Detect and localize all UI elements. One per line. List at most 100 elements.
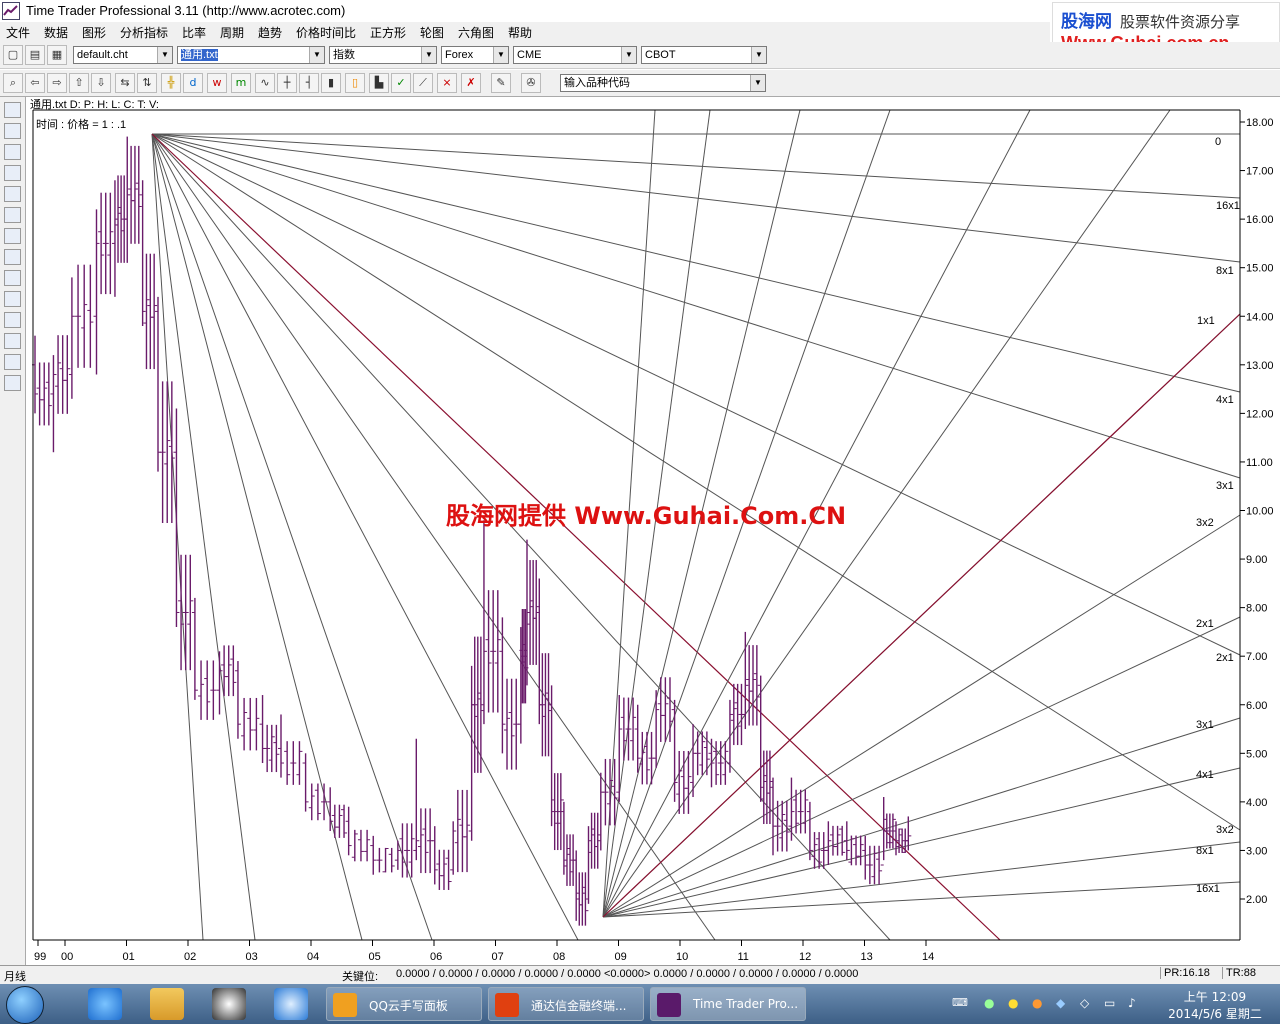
x-tick-label: 01 [123,951,135,963]
keyboard-icon[interactable]: ⌨ [952,996,968,1009]
price-bar [763,750,770,825]
y-tick-label: 18.00 [1246,117,1274,129]
x-tick-label: 08 [553,951,565,963]
y-tick-label: 3.00 [1246,845,1267,857]
y-tick-label: 13.00 [1246,360,1274,372]
qq-tray-icon[interactable]: ● [1008,996,1018,1010]
price-bar [302,753,309,812]
gann-label: 4x1 [1196,769,1214,781]
task-time-trader[interactable]: Time Trader Pro... [650,987,806,1021]
price-bar [471,636,478,773]
price-bar [750,645,757,726]
clock-time: 上午 12:09 [1183,990,1247,1004]
price-bar [173,408,180,628]
x-tick-label: 02 [184,951,196,963]
price-bar [788,777,795,841]
y-tick-label: 11.00 [1246,457,1273,469]
x-axis-ticks: 99 00 01 02 03 04 05 06 07 08 09 10 11 12 13 14 [34,940,934,963]
browser-icon[interactable] [274,988,308,1020]
price-bar [866,845,873,885]
price-bar [247,697,254,751]
price-bar [404,823,411,878]
network-icon[interactable]: ● [984,996,994,1010]
price-bar [204,660,211,720]
task-qq-handwriting[interactable]: QQ云手写面板 [326,987,482,1021]
price-bar [102,192,109,295]
gann-label: 3x2 [1216,824,1234,836]
chart-icon [657,993,681,1017]
security-icon[interactable]: ◇ [1080,996,1089,1010]
task-tongdaxin[interactable]: 通达信金融终端... [488,987,644,1021]
explorer-icon[interactable] [150,988,184,1020]
price-bar [139,180,146,326]
price-bar [308,783,315,821]
time-price-ratio: 时间 : 价格 = 1 : .1 [36,119,127,131]
price-bar [653,690,660,768]
gann-fan-line-top [151,133,433,941]
price-bar [225,645,232,697]
price-bar [182,554,189,671]
price-bar [131,145,138,244]
x-tick-label: 03 [246,951,258,963]
task-label: 通达信金融终端... [531,999,627,1013]
y-tick-label: 6.00 [1246,700,1267,712]
pencil-icon [333,993,357,1017]
x-tick-label: 04 [307,951,319,963]
x-tick-label: 11 [738,951,749,963]
status-bar: 月线 关键位: 0.0000 / 0.0000 / 0.0000 / 0.000… [0,965,1280,984]
app-tray-icon[interactable]: ● [1032,996,1042,1010]
y-tick-label: 10.00 [1246,506,1274,518]
price-bar [81,264,88,368]
price-bar [264,724,271,773]
y-tick-label: 8.00 [1246,603,1267,615]
gann-label: 4x1 [1216,394,1234,406]
price-bar [50,355,57,453]
price-bar [413,738,420,861]
display-icon[interactable]: ▭ [1104,996,1115,1010]
start-button[interactable] [6,986,44,1024]
price-bar [843,821,850,861]
price-bar [499,617,506,754]
price-bar [770,777,776,856]
price-bars [32,136,912,926]
shield-icon[interactable]: ◆ [1056,996,1065,1010]
price-bar [694,731,701,776]
gann-fan-line-top [151,133,256,941]
price-bar [450,821,457,875]
taskbar: QQ云手写面板 通达信金融终端... Time Trader Pro... ⌨ … [0,984,1280,1024]
status-tr: TR:88 [1222,967,1256,979]
x-tick-label: 12 [799,951,811,963]
price-bar [284,741,291,785]
x-tick-label: 13 [861,951,873,963]
price-bar [554,773,561,851]
price-bar [253,697,260,751]
price-bar [351,829,358,862]
ie-icon[interactable] [88,988,122,1020]
volume-icon[interactable]: ♪ [1128,996,1136,1010]
qq-icon[interactable] [212,988,246,1020]
price-chart[interactable]: 18.00 17.00 16.00 15.00 14.00 13.00 12.00 11.00… [0,0,1280,965]
price-bar [376,847,383,873]
gann-label: 2x1 [1216,652,1234,664]
price-bar [431,826,438,885]
price-bar [357,829,364,862]
price-bar [634,704,641,773]
x-tick-label: 09 [615,951,627,963]
gann-fan-line-top [151,133,1241,479]
price-bar [726,699,733,773]
gann-fan-line-top [151,133,1241,199]
price-bar [530,560,537,665]
status-period: 月线 [4,971,26,983]
price-bar [853,835,860,866]
gann-1x1-line [151,133,1001,941]
gann-label: 16x1 [1216,200,1240,212]
price-bar [459,789,466,873]
x-tick-label: 10 [676,951,688,963]
clock[interactable]: 上午 12:09 2014/5/6 星期二 [1160,988,1270,1022]
y-tick-label: 4.00 [1246,797,1267,809]
x-tick-label: 99 [34,951,46,963]
price-bar [87,264,94,368]
gann-fan-line-bottom [602,767,1241,918]
tdx-icon [495,993,519,1017]
price-bar [198,660,205,720]
